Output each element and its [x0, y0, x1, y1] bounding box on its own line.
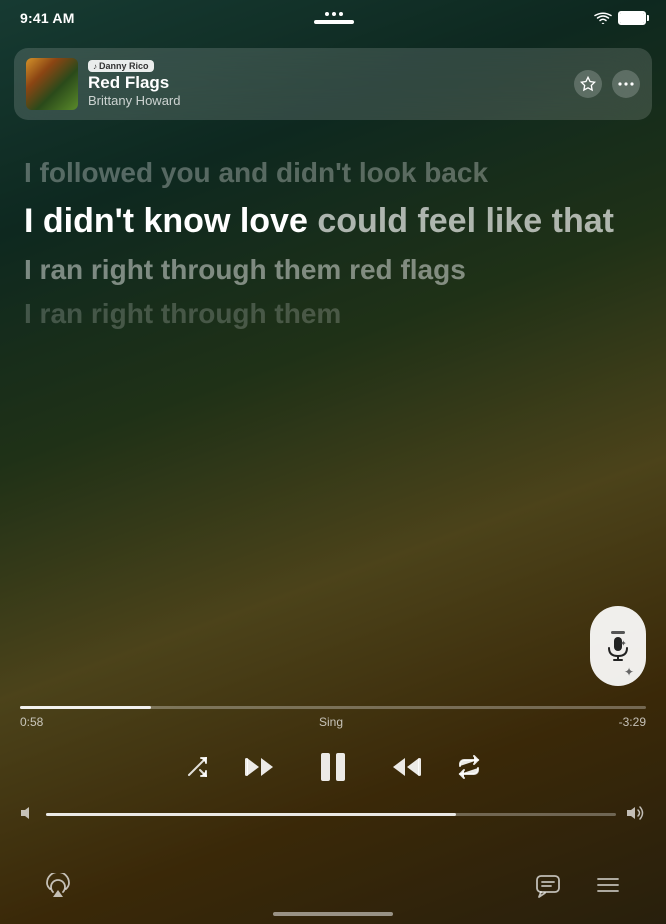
- forward-button[interactable]: [391, 754, 421, 780]
- remaining-time: -3:29: [619, 715, 646, 729]
- lyric-line-4: I ran right through them: [24, 296, 642, 332]
- sparkle-icon: ✦: [624, 664, 638, 678]
- screen: 9:41 AM: [0, 0, 666, 924]
- bottom-right-icons: [530, 868, 626, 904]
- airplay-button[interactable]: [40, 868, 76, 904]
- more-button[interactable]: [612, 70, 640, 98]
- status-dot-2: [332, 12, 336, 16]
- svg-text:✦: ✦: [624, 665, 634, 678]
- rewind-button[interactable]: [245, 754, 275, 780]
- wifi-icon: [594, 12, 612, 25]
- status-bar: 9:41 AM: [0, 0, 666, 36]
- queue-button[interactable]: [590, 868, 626, 904]
- volume-track[interactable]: [46, 813, 616, 816]
- status-dots: [325, 12, 343, 16]
- battery-fill: [620, 13, 644, 23]
- now-playing-left: ♪ Danny Rico Red Flags Brittany Howard: [26, 58, 180, 110]
- volume-low-icon: [20, 806, 36, 823]
- svg-text:✦: ✦: [620, 639, 627, 648]
- mic-icon: ✦: [604, 634, 632, 662]
- volume-high-icon: [626, 805, 646, 824]
- player-controls: [0, 745, 666, 789]
- progress-track[interactable]: [20, 706, 646, 709]
- now-playing-actions: [574, 70, 640, 98]
- lyric-line-active: I didn't know love could feel like that: [24, 199, 642, 243]
- current-time: 0:58: [20, 715, 43, 729]
- status-center: [314, 12, 354, 24]
- song-info: ♪ Danny Rico Red Flags Brittany Howard: [88, 60, 180, 108]
- home-indicator: [273, 912, 393, 916]
- status-dot-1: [325, 12, 329, 16]
- player-progress: 0:58 Sing -3:29: [0, 706, 666, 729]
- mic-icon-wrap: ✦: [604, 634, 632, 662]
- song-title: Red Flags: [88, 74, 180, 93]
- volume-bar: [20, 805, 646, 824]
- shuffle-button[interactable]: [185, 755, 209, 779]
- star-button[interactable]: [574, 70, 602, 98]
- mic-button[interactable]: ✦ ✦: [590, 606, 646, 686]
- repeat-button[interactable]: [457, 755, 481, 779]
- bottom-bar: [0, 868, 666, 904]
- lyric-upcoming: could feel like that: [317, 202, 614, 240]
- status-icons: [594, 11, 646, 25]
- lyric-line-3: I ran right through them red flags: [24, 252, 642, 288]
- progress-fill: [20, 706, 151, 709]
- music-note-icon: ♪: [93, 62, 97, 71]
- progress-times: 0:58 Sing -3:29: [20, 715, 646, 729]
- lyric-highlight: I didn't know love: [24, 202, 317, 240]
- volume-fill: [46, 813, 456, 816]
- lyrics-button[interactable]: [530, 868, 566, 904]
- lyrics-area: I followed you and didn't look back I di…: [0, 135, 666, 704]
- status-dot-3: [339, 12, 343, 16]
- song-artist: Brittany Howard: [88, 93, 180, 108]
- album-art-image: [26, 58, 78, 110]
- sing-label: Sing: [319, 715, 343, 729]
- battery-icon: [618, 11, 646, 25]
- lyric-line-1: I followed you and didn't look back: [24, 155, 642, 191]
- artist-badge: ♪ Danny Rico: [88, 60, 154, 72]
- status-time: 9:41 AM: [20, 10, 75, 26]
- album-art: [26, 58, 78, 110]
- pause-button[interactable]: [311, 745, 355, 789]
- now-playing-widget: ♪ Danny Rico Red Flags Brittany Howard: [14, 48, 652, 120]
- artist-badge-text: Danny Rico: [99, 61, 149, 71]
- status-pill: [314, 20, 354, 24]
- song-info-top: ♪ Danny Rico: [88, 60, 180, 72]
